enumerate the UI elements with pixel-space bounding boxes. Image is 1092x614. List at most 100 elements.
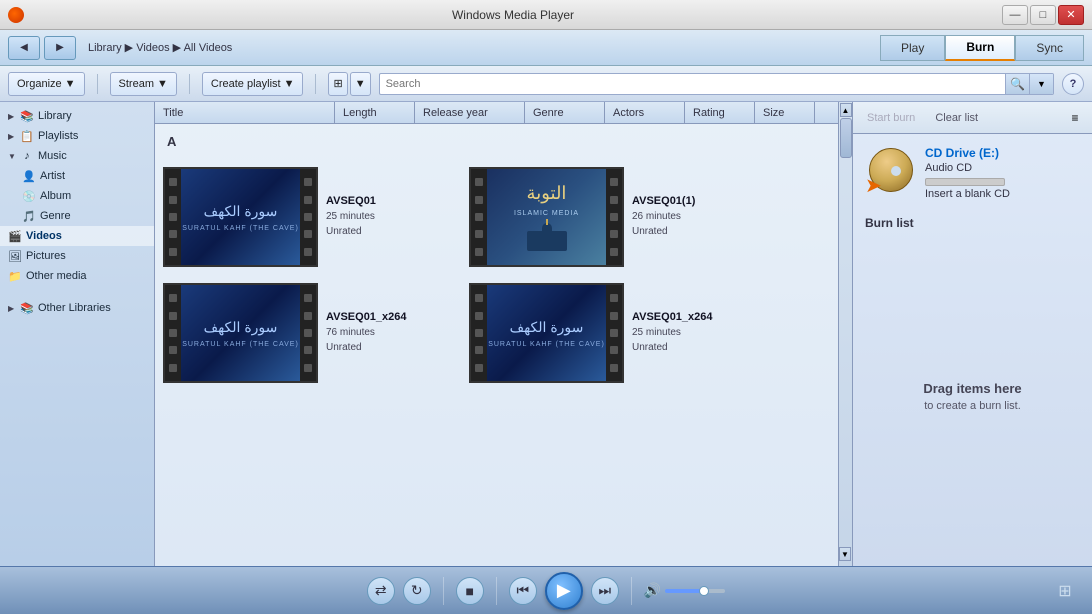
thumb-background: سورة الكهف SURATUL KAHF (THE CAVE) (181, 285, 300, 381)
minimize-button[interactable]: — (1002, 5, 1028, 25)
film-hole (304, 248, 312, 256)
film-hole (610, 346, 618, 354)
burn-panel: Start burn Clear list ≡ ➤ CD Drive (E:) … (852, 102, 1092, 566)
view-dropdown-button[interactable]: ▼ (350, 72, 371, 96)
expand-icon: ▶ (8, 132, 16, 141)
film-hole (169, 213, 177, 221)
burn-content: ➤ CD Drive (E:) Audio CD Insert a blank … (853, 134, 1092, 566)
expand-icon: ▶ (8, 112, 16, 121)
scrollbar[interactable]: ▲ ▼ (838, 102, 852, 566)
grid-view-button[interactable]: ⊞ (1054, 580, 1076, 602)
col-title[interactable]: Title (155, 102, 335, 123)
video-thumbnail: التوبة ISLAMIC MEDIA (469, 167, 624, 267)
tab-sync[interactable]: Sync (1015, 35, 1084, 61)
music-icon: ♪ (20, 149, 34, 163)
repeat-button[interactable]: ↻ (403, 577, 431, 605)
nav-back-button[interactable]: ◀ (8, 36, 40, 60)
cd-drive-info: CD Drive (E:) Audio CD Insert a blank CD (925, 146, 1080, 200)
thumb-inner: سورة الكهف SURATUL KAHF (THE CAVE) (181, 285, 300, 381)
help-button[interactable]: ? (1062, 73, 1084, 95)
film-hole (304, 329, 312, 337)
sidebar-item-label: Artist (40, 170, 65, 182)
next-button[interactable]: ⏭ (591, 577, 619, 605)
nav-forward-button[interactable]: ▶ (44, 36, 76, 60)
stream-button[interactable]: Stream ▼ (110, 72, 177, 96)
volume-control[interactable]: 🔊 (644, 582, 725, 599)
sidebar-item-other-media[interactable]: 📁 Other media (0, 266, 154, 286)
burn-list-title: Burn list (865, 216, 914, 230)
tab-burn[interactable]: Burn (945, 35, 1015, 61)
sidebar-item-library[interactable]: ▶ 📚 Library (0, 106, 154, 126)
film-hole (169, 294, 177, 302)
film-hole (475, 312, 483, 320)
search-dropdown-icon[interactable]: ▼ (1029, 74, 1053, 94)
close-button[interactable]: ✕ (1058, 5, 1084, 25)
list-item[interactable]: التوبة ISLAMIC MEDIA (469, 167, 759, 267)
sidebar: ▶ 📚 Library ▶ 📋 Playlists ▼ ♪ Music 👤 Ar… (0, 102, 155, 566)
shuffle-button[interactable]: ⇄ (367, 577, 395, 605)
sidebar-item-other-libraries[interactable]: ▶ 📚 Other Libraries (0, 298, 154, 318)
video-info: AVSEQ01_x264 76 minutes Unrated (326, 311, 453, 355)
album-icon: 💿 (22, 189, 36, 203)
thumb-subtitle-text: SURATUL KAHF (THE CAVE) (182, 341, 299, 348)
film-hole (475, 248, 483, 256)
prev-button[interactable]: ⏮ (509, 577, 537, 605)
sidebar-item-playlists[interactable]: ▶ 📋 Playlists (0, 126, 154, 146)
video-length: 26 minutes (632, 209, 759, 224)
burn-drop-sub: to create a burn list. (924, 400, 1021, 412)
sidebar-item-artist[interactable]: 👤 Artist (0, 166, 154, 186)
list-item[interactable]: سورة الكهف SURATUL KAHF (THE CAVE) AVSEQ… (469, 283, 759, 383)
artist-icon: 👤 (22, 169, 36, 183)
play-button[interactable]: ▶ (545, 572, 583, 610)
start-burn-button[interactable]: Start burn (861, 110, 921, 126)
sidebar-item-music[interactable]: ▼ ♪ Music (0, 146, 154, 166)
sidebar-item-label: Playlists (38, 130, 78, 142)
sidebar-item-album[interactable]: 💿 Album (0, 186, 154, 206)
sidebar-item-label: Videos (26, 230, 62, 242)
thumb-arabic-text: سورة الكهف (510, 318, 584, 338)
volume-slider-thumb[interactable] (699, 586, 709, 596)
clear-list-button[interactable]: Clear list (929, 110, 984, 126)
film-hole (610, 294, 618, 302)
playback-separator-1 (443, 577, 444, 605)
sidebar-item-pictures[interactable]: 🖼 Pictures (0, 246, 154, 266)
organize-button[interactable]: Organize ▼ (8, 72, 85, 96)
create-playlist-button[interactable]: Create playlist ▼ (202, 72, 304, 96)
thumb-background: التوبة ISLAMIC MEDIA (487, 169, 606, 265)
col-rating[interactable]: Rating (685, 102, 755, 123)
film-hole (475, 364, 483, 372)
scrollbar-thumb[interactable] (840, 118, 852, 158)
burn-drop-zone[interactable]: Drag items here to create a burn list. (865, 238, 1080, 554)
titlebar: Windows Media Player — □ ✕ (0, 0, 1092, 30)
sidebar-item-genre[interactable]: 🎵 Genre (0, 206, 154, 226)
volume-icon: 🔊 (644, 582, 661, 599)
expand-icon: ▼ (8, 152, 16, 161)
video-title: AVSEQ01(1) (632, 195, 759, 207)
stream-chevron-icon: ▼ (157, 78, 168, 90)
burn-options-icon[interactable]: ≡ (1066, 109, 1084, 127)
stop-button[interactable]: ■ (456, 577, 484, 605)
film-strip-right (300, 285, 316, 381)
toolbar-separator-3 (315, 74, 316, 94)
col-size[interactable]: Size (755, 102, 815, 123)
video-rating: Unrated (326, 224, 453, 239)
maximize-button[interactable]: □ (1030, 5, 1056, 25)
toolbar: Organize ▼ Stream ▼ Create playlist ▼ ⊞ … (0, 66, 1092, 102)
search-icon[interactable]: 🔍 (1005, 74, 1029, 94)
playback-right-controls: ⊞ (1054, 580, 1076, 602)
volume-slider-track[interactable] (665, 589, 725, 593)
list-item[interactable]: سورة الكهف SURATUL KAHF (THE CAVE) AVSEQ… (163, 167, 453, 267)
col-genre[interactable]: Genre (525, 102, 605, 123)
col-actors[interactable]: Actors (605, 102, 685, 123)
col-length[interactable]: Length (335, 102, 415, 123)
section-letter-a: A (163, 132, 830, 151)
search-input[interactable] (380, 78, 1005, 90)
film-hole (304, 364, 312, 372)
library-icon: 📚 (20, 109, 34, 123)
view-options-button[interactable]: ⊞ (328, 72, 347, 96)
sidebar-item-videos[interactable]: 🎬 Videos (0, 226, 154, 246)
tab-play[interactable]: Play (880, 35, 945, 61)
list-item[interactable]: سورة الكهف SURATUL KAHF (THE CAVE) AVSEQ… (163, 283, 453, 383)
col-release-year[interactable]: Release year (415, 102, 525, 123)
film-hole (169, 248, 177, 256)
